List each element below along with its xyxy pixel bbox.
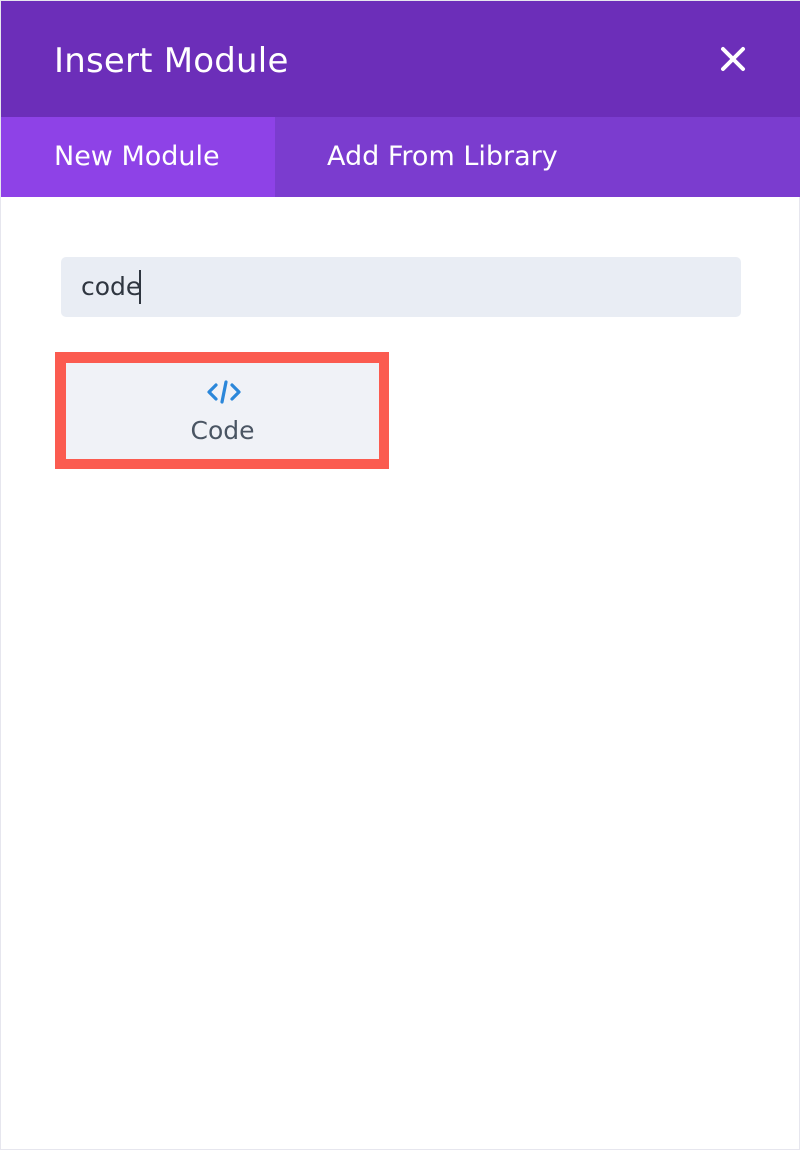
- tab-bar: New Module Add From Library: [1, 117, 800, 197]
- tab-add-from-library[interactable]: Add From Library: [275, 117, 800, 197]
- tab-new-module[interactable]: New Module: [1, 117, 275, 197]
- modal-header: Insert Module: [1, 1, 800, 117]
- modal-title: Insert Module: [54, 41, 289, 81]
- module-search-input[interactable]: [61, 257, 741, 317]
- text-cursor: [139, 270, 141, 304]
- insert-module-dialog: Insert Module New Module Add From Librar…: [0, 0, 800, 1150]
- module-code-label: Code: [190, 416, 255, 445]
- close-icon: [721, 47, 745, 71]
- code-icon: [207, 380, 241, 404]
- module-search-value: code: [81, 272, 142, 301]
- close-button[interactable]: [713, 40, 753, 80]
- module-code-button[interactable]: Code: [66, 363, 379, 459]
